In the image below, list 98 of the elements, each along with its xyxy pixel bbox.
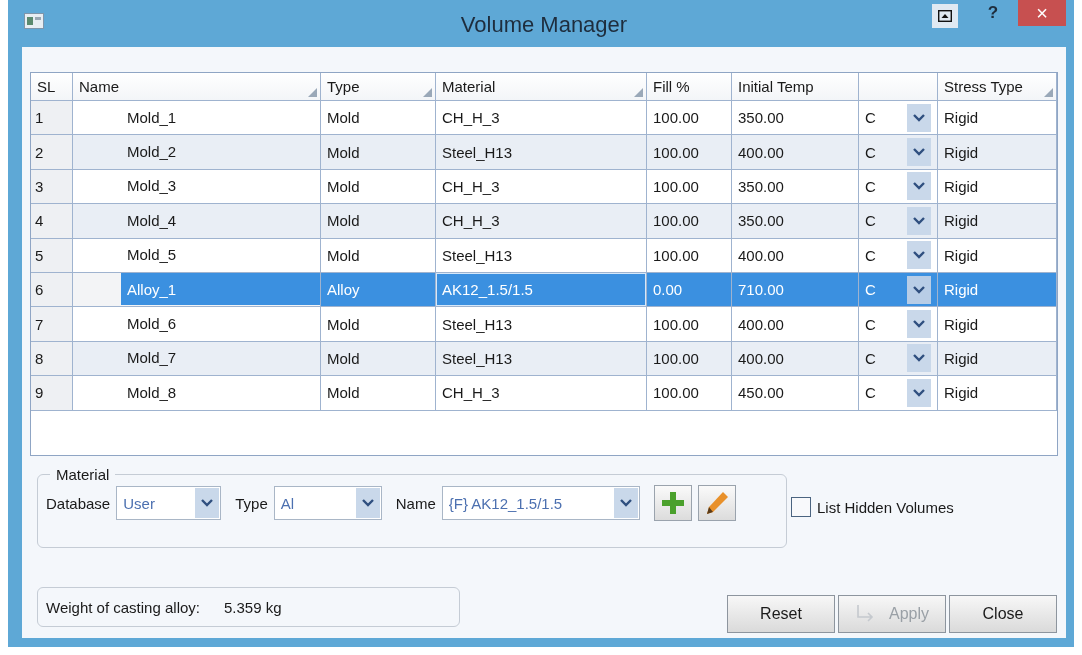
table-cell[interactable]: Mold [321, 376, 436, 411]
row-number: 1 [31, 101, 73, 136]
table-cell[interactable]: 100.00 [647, 238, 732, 273]
row-number: 6 [31, 272, 73, 308]
column-header[interactable]: Material [436, 73, 647, 101]
chevron-down-icon [619, 499, 632, 507]
table-cell[interactable]: 400.00 [732, 238, 859, 273]
field-label: Type [235, 494, 268, 512]
table-cell[interactable]: 100.00 [647, 307, 732, 342]
chevron-down-icon [913, 354, 925, 363]
table-cell[interactable]: Steel_H13 [436, 238, 647, 273]
row-number: 9 [31, 376, 73, 411]
sort-triangle-icon [1044, 88, 1053, 97]
table-cell[interactable]: 450.00 [732, 376, 859, 411]
table-cell[interactable]: Mold_8 [121, 376, 320, 409]
table-cell[interactable]: 400.00 [732, 307, 859, 342]
table-cell[interactable]: Rigid [938, 204, 1057, 239]
dropdown[interactable]: {F} AK12_1.5/1.5 [441, 486, 640, 520]
add-button[interactable] [653, 485, 692, 521]
chevron-down-icon [913, 148, 925, 157]
table-cell[interactable]: Steel_H13 [436, 135, 647, 170]
table-cell[interactable]: CH_H_3 [436, 204, 647, 239]
window-icon [24, 12, 44, 29]
field-label: Database [46, 494, 111, 512]
column-header[interactable]: SL [31, 73, 73, 101]
table-cell[interactable]: Mold_1 [121, 101, 320, 134]
checkbox[interactable] [791, 497, 811, 517]
dialog-button[interactable]: Close [949, 595, 1057, 633]
table-cell[interactable]: Rigid [938, 135, 1057, 170]
chevron-down-icon [913, 113, 925, 122]
chevron-down-icon [913, 182, 925, 191]
table-cell[interactable]: Steel_H13 [436, 341, 647, 377]
row-number: 3 [31, 169, 73, 205]
row-number: 7 [31, 307, 73, 342]
table-cell[interactable]: CH_H_3 [436, 376, 647, 411]
table-cell[interactable]: Mold [321, 307, 436, 342]
dialog-button[interactable]: Reset [727, 595, 835, 633]
row-number: 4 [31, 204, 73, 239]
chevron-down-icon [361, 499, 374, 507]
table-cell[interactable]: 350.00 [732, 204, 859, 239]
plus-icon [660, 491, 685, 515]
triangle-up-icon [938, 10, 952, 22]
column-header[interactable]: Initial Temp [732, 73, 859, 101]
unit-dropdown[interactable]: C [859, 307, 938, 342]
unit-dropdown[interactable]: C [859, 169, 938, 205]
chevron-down-icon [913, 320, 925, 329]
table-cell[interactable]: 100.00 [647, 376, 732, 411]
table-cell[interactable]: Mold [321, 341, 436, 377]
dropdown[interactable]: Al [273, 486, 382, 520]
row-number: 5 [31, 238, 73, 273]
unit-dropdown[interactable]: C [859, 101, 938, 136]
unit-dropdown[interactable]: C [859, 238, 938, 273]
field-label: Name [395, 494, 436, 512]
table-cell[interactable]: Mold_5 [121, 238, 320, 271]
sort-triangle-icon [308, 88, 317, 97]
group-title: Material [55, 466, 111, 483]
window-title: Volume Manager [460, 12, 628, 37]
chevron-down-icon [913, 216, 925, 225]
weight-label: Weight of casting alloy: [46, 598, 200, 616]
table-cell[interactable]: Mold [321, 135, 436, 170]
close-button[interactable]: × [1018, 0, 1066, 26]
chevron-down-icon [913, 251, 925, 260]
table-cell[interactable]: Rigid [938, 238, 1057, 273]
table-cell[interactable]: Mold [321, 238, 436, 273]
chevron-down-icon [201, 499, 214, 507]
unit-dropdown[interactable]: C [859, 135, 938, 170]
weight-value: 5.359 kg [224, 598, 282, 616]
table-cell[interactable]: Rigid [938, 376, 1057, 411]
table-cell[interactable]: 100.00 [647, 341, 732, 377]
sort-triangle-icon [634, 88, 643, 97]
table-cell[interactable]: Steel_H13 [436, 307, 647, 342]
table-cell[interactable]: Mold [321, 204, 436, 239]
checkbox-label: List Hidden Volumes [817, 498, 954, 516]
table-cell[interactable]: 100.00 [647, 204, 732, 239]
chevron-down-icon [913, 388, 925, 397]
edit-button[interactable] [697, 485, 736, 521]
table-cell[interactable]: 400.00 [732, 341, 859, 377]
table-cell[interactable]: 400.00 [732, 135, 859, 170]
unit-dropdown[interactable]: C [859, 204, 938, 239]
restore-button[interactable] [932, 4, 958, 28]
column-header[interactable]: Stress Type [938, 73, 1057, 101]
column-header[interactable]: Name [73, 73, 321, 101]
table-cell[interactable]: Rigid [938, 341, 1057, 377]
table-cell[interactable]: Mold_3 [121, 169, 320, 203]
sort-triangle-icon [423, 88, 432, 97]
row-number: 8 [31, 341, 73, 377]
table-cell[interactable]: Rigid [938, 307, 1057, 342]
table-cell[interactable]: 100.00 [647, 135, 732, 170]
unit-dropdown[interactable]: C [859, 376, 938, 411]
help-button[interactable]: ? [978, 2, 1008, 24]
chevron-down-icon [913, 285, 925, 294]
column-header[interactable]: Type [321, 73, 436, 101]
column-header[interactable] [859, 73, 938, 101]
row-number: 2 [31, 135, 73, 170]
table-cell[interactable]: Mold_6 [121, 307, 320, 340]
column-header[interactable]: Fill % [647, 73, 732, 101]
dropdown[interactable]: User [116, 486, 222, 520]
unit-dropdown[interactable]: C [859, 341, 938, 377]
